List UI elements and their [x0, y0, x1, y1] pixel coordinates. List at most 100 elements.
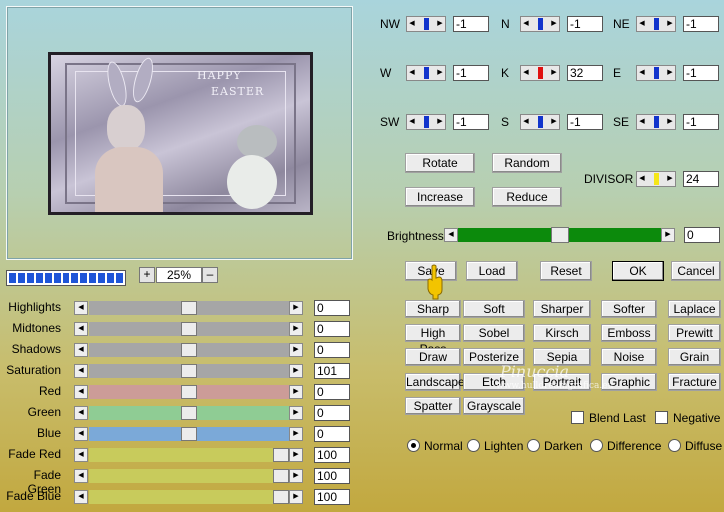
matrix-sw-value[interactable]: -1 — [453, 114, 489, 130]
chevron-right-icon[interactable]: ▶ — [549, 17, 559, 31]
negative-checkbox[interactable] — [655, 411, 668, 424]
midtones-decrease[interactable]: ◀ — [74, 322, 88, 336]
chevron-left-icon[interactable]: ◀ — [521, 115, 531, 129]
ok-button[interactable]: OK — [612, 261, 664, 281]
matrix-se-value[interactable]: -1 — [683, 114, 719, 130]
matrix-ne-value[interactable]: -1 — [683, 16, 719, 32]
matrix-e-value[interactable]: -1 — [683, 65, 719, 81]
matrix-w-spinner[interactable]: ◀ ▶ — [406, 65, 446, 81]
red-increase[interactable]: ▶ — [289, 385, 303, 399]
preset-sharper-button[interactable]: Sharper — [533, 300, 591, 318]
matrix-n-spinner[interactable]: ◀ ▶ — [520, 16, 560, 32]
chevron-right-icon[interactable]: ▶ — [549, 115, 559, 129]
reduce-button[interactable]: Reduce — [492, 187, 562, 207]
blue-decrease[interactable]: ◀ — [74, 427, 88, 441]
mode-normal-radio[interactable] — [407, 439, 420, 452]
reset-button[interactable]: Reset — [540, 261, 592, 281]
chevron-left-icon[interactable]: ◀ — [637, 66, 647, 80]
zoom-out-button[interactable]: – — [202, 267, 218, 283]
blue-increase[interactable]: ▶ — [289, 427, 303, 441]
red-thumb[interactable] — [181, 385, 197, 399]
brightness-decrease[interactable]: ◀ — [444, 228, 458, 242]
preset-prewitt-button[interactable]: Prewitt — [668, 324, 721, 342]
highlights-thumb[interactable] — [181, 301, 197, 315]
midtones-value[interactable]: 0 — [314, 321, 350, 337]
preset-laplace-button[interactable]: Laplace — [668, 300, 721, 318]
blue-value[interactable]: 0 — [314, 426, 350, 442]
highlights-value[interactable]: 0 — [314, 300, 350, 316]
preset-noise-button[interactable]: Noise — [601, 348, 657, 366]
preset-grayscale-button[interactable]: Grayscale — [463, 397, 525, 415]
mode-lighten-radio[interactable] — [467, 439, 480, 452]
shadows-decrease[interactable]: ◀ — [74, 343, 88, 357]
highlights-increase[interactable]: ▶ — [289, 301, 303, 315]
fade-blue-thumb[interactable] — [273, 490, 289, 504]
fade-green-thumb[interactable] — [273, 469, 289, 483]
fade-green-track[interactable] — [89, 469, 289, 483]
divisor-value[interactable]: 24 — [683, 171, 719, 187]
saturation-decrease[interactable]: ◀ — [74, 364, 88, 378]
brightness-increase[interactable]: ▶ — [661, 228, 675, 242]
preset-sharp-button[interactable]: Sharp — [405, 300, 461, 318]
preset-kirsch-button[interactable]: Kirsch — [533, 324, 591, 342]
cancel-button[interactable]: Cancel — [671, 261, 721, 281]
random-button[interactable]: Random — [492, 153, 562, 173]
chevron-left-icon[interactable]: ◀ — [407, 66, 417, 80]
shadows-value[interactable]: 0 — [314, 342, 350, 358]
red-value[interactable]: 0 — [314, 384, 350, 400]
rotate-button[interactable]: Rotate — [405, 153, 475, 173]
fade-red-increase[interactable]: ▶ — [289, 448, 303, 462]
fade-red-value[interactable]: 100 — [314, 447, 350, 463]
saturation-increase[interactable]: ▶ — [289, 364, 303, 378]
chevron-left-icon[interactable]: ◀ — [637, 115, 647, 129]
chevron-left-icon[interactable]: ◀ — [407, 17, 417, 31]
midtones-thumb[interactable] — [181, 322, 197, 336]
divisor-spinner[interactable]: ◀ ▶ — [636, 171, 676, 187]
preset-grain-button[interactable]: Grain — [668, 348, 721, 366]
fade-blue-value[interactable]: 100 — [314, 489, 350, 505]
green-value[interactable]: 0 — [314, 405, 350, 421]
chevron-left-icon[interactable]: ◀ — [637, 17, 647, 31]
preset-emboss-button[interactable]: Emboss — [601, 324, 657, 342]
chevron-right-icon[interactable]: ▶ — [665, 17, 675, 31]
matrix-nw-value[interactable]: -1 — [453, 16, 489, 32]
fade-red-decrease[interactable]: ◀ — [74, 448, 88, 462]
matrix-w-value[interactable]: -1 — [453, 65, 489, 81]
fade-blue-track[interactable] — [89, 490, 289, 504]
preset-softer-button[interactable]: Softer — [601, 300, 657, 318]
preset-spatter-button[interactable]: Spatter — [405, 397, 461, 415]
preset-fracture-button[interactable]: Fracture — [668, 373, 721, 391]
saturation-thumb[interactable] — [181, 364, 197, 378]
blue-thumb[interactable] — [181, 427, 197, 441]
increase-button[interactable]: Increase — [405, 187, 475, 207]
preset-landscape-button[interactable]: Landscape — [405, 373, 465, 391]
green-thumb[interactable] — [181, 406, 197, 420]
fade-red-track[interactable] — [89, 448, 289, 462]
midtones-increase[interactable]: ▶ — [289, 322, 303, 336]
fade-red-thumb[interactable] — [273, 448, 289, 462]
matrix-s-value[interactable]: -1 — [567, 114, 603, 130]
chevron-right-icon[interactable]: ▶ — [665, 172, 675, 186]
chevron-right-icon[interactable]: ▶ — [435, 17, 445, 31]
matrix-k-value[interactable]: 32 — [567, 65, 603, 81]
green-increase[interactable]: ▶ — [289, 406, 303, 420]
shadows-increase[interactable]: ▶ — [289, 343, 303, 357]
shadows-thumb[interactable] — [181, 343, 197, 357]
matrix-sw-spinner[interactable]: ◀ ▶ — [406, 114, 446, 130]
chevron-right-icon[interactable]: ▶ — [665, 115, 675, 129]
matrix-nw-spinner[interactable]: ◀ ▶ — [406, 16, 446, 32]
blend-last-checkbox[interactable] — [571, 411, 584, 424]
chevron-right-icon[interactable]: ▶ — [549, 66, 559, 80]
matrix-s-spinner[interactable]: ◀ ▶ — [520, 114, 560, 130]
green-decrease[interactable]: ◀ — [74, 406, 88, 420]
red-decrease[interactable]: ◀ — [74, 385, 88, 399]
preset-draw-button[interactable]: Draw — [405, 348, 461, 366]
highlights-decrease[interactable]: ◀ — [74, 301, 88, 315]
mode-diffuse-radio[interactable] — [668, 439, 681, 452]
preset-soft-button[interactable]: Soft — [463, 300, 525, 318]
chevron-left-icon[interactable]: ◀ — [521, 66, 531, 80]
preset-sobel-button[interactable]: Sobel — [463, 324, 525, 342]
mode-darken-radio[interactable] — [527, 439, 540, 452]
chevron-left-icon[interactable]: ◀ — [637, 172, 647, 186]
matrix-ne-spinner[interactable]: ◀ ▶ — [636, 16, 676, 32]
